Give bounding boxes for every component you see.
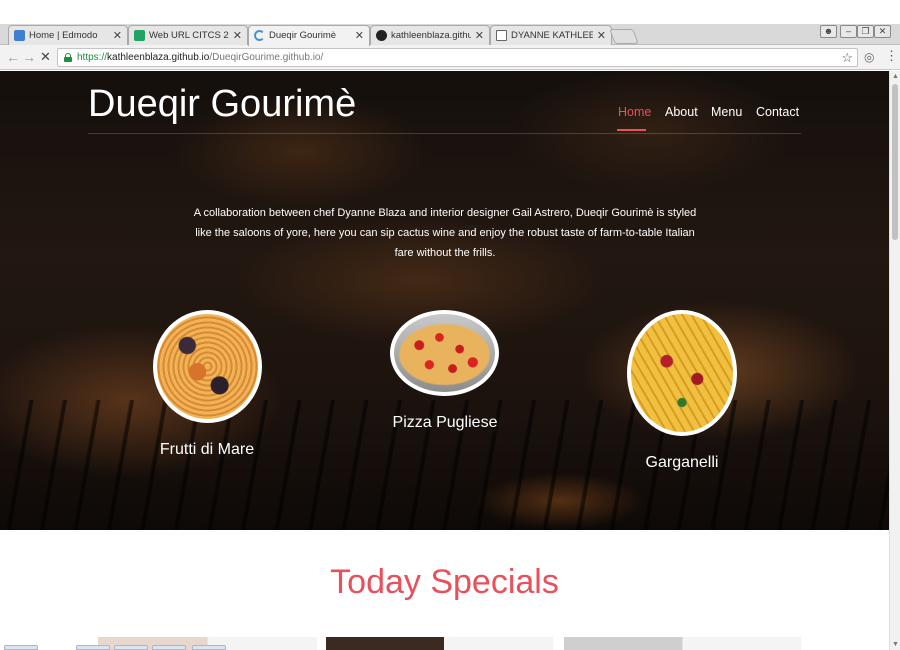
browser-tab-sheets[interactable]: Web URL CITCS 2J - Goo ✕ <box>128 25 248 45</box>
tab-title: Dueqir Gourimè <box>269 30 337 41</box>
github-icon <box>376 30 387 41</box>
browser-toolbar: ← → ✕ https://kathleenblaza.github.io/Du… <box>0 45 900 70</box>
loading-spinner-icon <box>254 30 265 41</box>
browser-tab-document[interactable]: DYANNE KATHLEEN BLA ✕ <box>490 25 612 45</box>
browser-tab-github[interactable]: kathleenblaza.github.io/\ ✕ <box>370 25 490 45</box>
browser-tab-edmodo[interactable]: Home | Edmodo ✕ <box>8 25 128 45</box>
nav-home[interactable]: Home <box>618 105 651 119</box>
address-bar[interactable]: https://kathleenblaza.github.io/DueqirGo… <box>57 48 858 67</box>
restore-button[interactable]: ❐ <box>857 25 874 38</box>
sheets-icon <box>134 30 145 41</box>
new-tab-button[interactable] <box>609 29 639 44</box>
header-divider <box>88 133 801 134</box>
dish-label: Pizza Pugliese <box>392 414 498 431</box>
dish-label: Garganelli <box>645 454 719 471</box>
intro-text: A collaboration between chef Dyanne Blaz… <box>193 207 697 259</box>
dish-label: Frutti di Mare <box>159 441 255 458</box>
tab-title: Home | Edmodo <box>29 30 98 41</box>
url-scheme: https:// <box>77 52 108 63</box>
taskbar-button[interactable] <box>114 645 148 650</box>
page-viewport: Dueqir Gourimè Home About Menu Contact A… <box>0 71 889 650</box>
url-path: /DueqirGourime.github.io/ <box>209 52 324 63</box>
edmodo-icon <box>14 30 25 41</box>
close-icon[interactable]: ✕ <box>597 29 606 42</box>
page-scrollbar[interactable]: ▲ ▼ <box>889 71 900 650</box>
nav-about[interactable]: About <box>665 105 698 119</box>
scrollbar-thumb[interactable] <box>892 84 898 240</box>
taskbar-button[interactable] <box>76 645 110 650</box>
extension-icon[interactable]: ◎ <box>864 49 874 65</box>
close-icon[interactable]: ✕ <box>355 29 364 42</box>
stop-loading-icon[interactable]: ✕ <box>40 49 51 65</box>
taskbar-button[interactable] <box>152 645 186 650</box>
browser-tab-dueqir[interactable]: Dueqir Gourimè ✕ <box>248 25 370 46</box>
window-top-strip <box>0 0 900 24</box>
document-icon <box>496 30 507 41</box>
scroll-down-arrow-icon[interactable]: ▼ <box>890 639 900 650</box>
bookmark-star-icon[interactable]: ☆ <box>841 50 853 66</box>
special-card[interactable] <box>326 637 553 650</box>
menu-kebab-icon[interactable]: ⋮ <box>885 48 898 64</box>
special-card[interactable] <box>564 637 801 650</box>
tab-title: DYANNE KATHLEEN BLA <box>511 30 593 41</box>
minimize-button[interactable]: – <box>840 25 857 38</box>
tab-title: Web URL CITCS 2J - Goo <box>149 30 229 41</box>
taskbar <box>0 644 240 650</box>
nav-menu[interactable]: Menu <box>711 105 742 119</box>
lock-icon <box>64 53 72 62</box>
taskbar-button[interactable] <box>192 645 226 650</box>
tab-title: kathleenblaza.github.io/\ <box>391 30 471 41</box>
site-brand[interactable]: Dueqir Gourimè <box>88 83 356 126</box>
scroll-up-arrow-icon[interactable]: ▲ <box>890 71 900 82</box>
penne-pasta-photo[interactable] <box>627 310 737 436</box>
pizza-photo[interactable] <box>390 310 499 396</box>
close-window-button[interactable]: ✕ <box>874 25 891 38</box>
hero-section: Dueqir Gourimè Home About Menu Contact A… <box>0 71 889 530</box>
browser-tab-bar: Home | Edmodo ✕ Web URL CITCS 2J - Goo ✕… <box>0 24 900 46</box>
address-url[interactable]: https://kathleenblaza.github.io/DueqirGo… <box>77 52 323 63</box>
specials-heading: Today Specials <box>330 563 559 601</box>
taskbar-button[interactable] <box>4 645 38 650</box>
close-icon[interactable]: ✕ <box>475 29 484 42</box>
close-icon[interactable]: ✕ <box>233 29 242 42</box>
nav-contact[interactable]: Contact <box>756 105 799 119</box>
seafood-pasta-photo[interactable] <box>153 310 262 423</box>
forward-arrow-icon[interactable]: → <box>22 49 36 65</box>
active-nav-indicator <box>617 129 646 131</box>
back-arrow-icon[interactable]: ← <box>6 49 20 65</box>
url-host: kathleenblaza.github.io <box>107 52 210 63</box>
profile-icon[interactable]: ☻ <box>820 25 837 38</box>
close-icon[interactable]: ✕ <box>113 29 122 42</box>
